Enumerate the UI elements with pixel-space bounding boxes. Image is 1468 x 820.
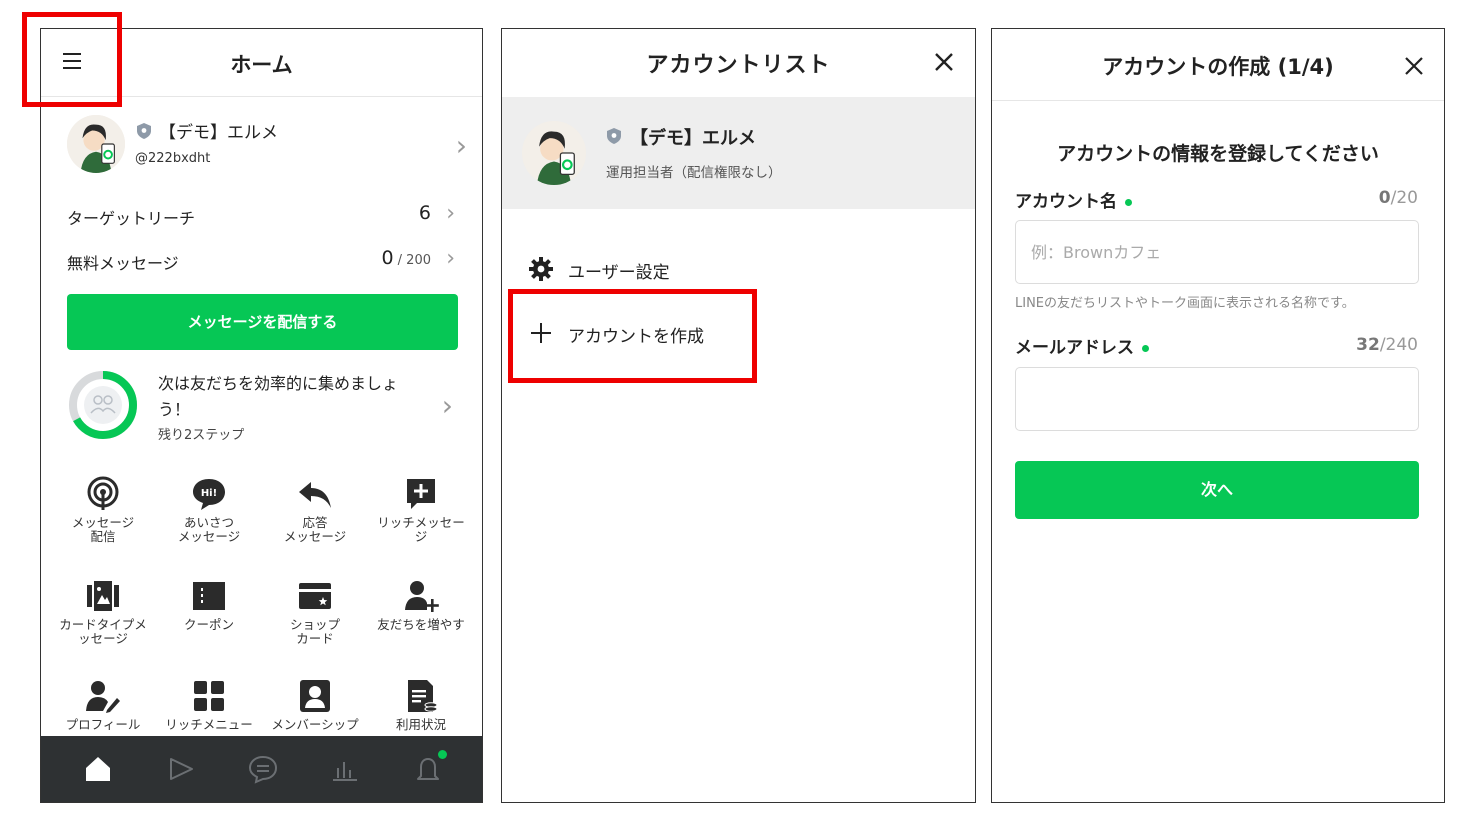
- add-friend-icon: [405, 581, 439, 612]
- shield-icon: [607, 128, 621, 144]
- email-counter: 32/240: [1356, 335, 1418, 355]
- grid-item-card-message[interactable]: カードタイプメ ッセージ: [51, 578, 155, 646]
- grid-item-usage[interactable]: 利用状況: [369, 678, 473, 732]
- account-name-label: アカウント名: [1015, 187, 1132, 212]
- chevron-right-icon: ›: [446, 246, 455, 271]
- home-screen: ホーム 【デモ】エルメ @222bxdht › ターゲットリーチ 6 › 無料メ…: [40, 28, 483, 803]
- close-icon[interactable]: [933, 51, 955, 73]
- menu-label: ユーザー設定: [568, 263, 670, 283]
- steps-remaining: 残り2ステップ: [158, 428, 245, 443]
- required-dot: [1125, 198, 1132, 206]
- progress-ring: [69, 371, 137, 439]
- page-title: アカウントの作成 (1/4): [1102, 55, 1334, 79]
- grid-item-profile[interactable]: プロフィール: [51, 678, 155, 732]
- next-button[interactable]: 次へ: [1015, 461, 1419, 519]
- create-account-header: アカウントの作成 (1/4): [992, 29, 1444, 101]
- account-name: 【デモ】エルメ: [630, 128, 756, 149]
- avatar: [522, 121, 586, 185]
- stat-value: 0 / 200: [381, 247, 431, 269]
- bell-icon[interactable]: [413, 754, 443, 784]
- current-account-card[interactable]: 【デモ】エルメ 運用担当者（配信権限なし）: [502, 97, 975, 209]
- grid-item-coupon[interactable]: クーポン: [157, 578, 261, 632]
- email-label: メールアドレス: [1015, 333, 1149, 358]
- bottom-tab-bar: [41, 736, 482, 802]
- analytics-icon[interactable]: [330, 754, 360, 784]
- close-icon[interactable]: [1403, 55, 1425, 77]
- profile-icon: [86, 681, 120, 713]
- avatar: [67, 115, 125, 173]
- account-list-header: アカウントリスト: [502, 29, 975, 97]
- grid-label: 利用状況: [395, 717, 446, 732]
- free-messages-row[interactable]: 無料メッセージ 0 / 200 ›: [67, 246, 459, 274]
- stat-value: 6: [418, 202, 431, 224]
- account-list-screen: アカウントリスト 【デモ】エルメ 運用担当者（配信権限なし） ユーザー設定 アカ…: [501, 28, 976, 803]
- grid-label: プロフィール: [65, 717, 141, 732]
- account-id: @222bxdht: [135, 151, 211, 166]
- rich-menu-icon: [194, 681, 224, 711]
- onboarding-steps-card[interactable]: 次は友だちを効率的に集めましょう！ 残り2ステップ ›: [67, 369, 459, 449]
- broadcast-icon: [87, 476, 119, 510]
- email-input[interactable]: [1015, 367, 1419, 431]
- grid-label: メッセージ 配信: [71, 515, 135, 544]
- grid-label: 応答 メッセージ: [283, 515, 347, 544]
- stat-label: 無料メッセージ: [67, 254, 179, 273]
- form-heading: アカウントの情報を登録してください: [1057, 143, 1379, 165]
- chevron-right-icon: ›: [446, 201, 455, 226]
- svg-text:Hi!: Hi!: [201, 488, 217, 499]
- create-account-screen: アカウントの作成 (1/4) アカウントの情報を登録してください アカウント名 …: [991, 28, 1445, 803]
- account-name-input[interactable]: [1015, 220, 1419, 284]
- grid-label: カードタイプメ ッセージ: [59, 617, 147, 646]
- page-title: アカウントリスト: [646, 53, 831, 78]
- gear-icon: [529, 257, 553, 281]
- highlight-create-account: [508, 289, 757, 383]
- card-message-icon: [87, 581, 119, 611]
- grid-item-rich-message[interactable]: リッチメッセー ジ: [369, 476, 473, 544]
- grid-item-greeting[interactable]: Hi! あいさつ メッセージ: [157, 476, 261, 544]
- play-icon[interactable]: [166, 754, 196, 784]
- shield-icon: [137, 123, 151, 139]
- grid-label: リッチメッセー ジ: [377, 515, 465, 544]
- greeting-icon: Hi!: [193, 479, 225, 510]
- stat-label: ターゲットリーチ: [67, 209, 196, 228]
- reply-icon: [299, 482, 331, 508]
- grid-item-add-friend[interactable]: 友だちを増やす: [369, 578, 473, 632]
- account-role: 運用担当者（配信権限なし）: [606, 165, 782, 181]
- broadcast-message-button[interactable]: メッセージを配信する: [67, 294, 458, 350]
- grid-item-membership[interactable]: メンバーシップ: [263, 678, 367, 732]
- account-name-counter: 0/20: [1378, 188, 1418, 208]
- notification-dot: [438, 750, 447, 759]
- membership-icon: [300, 680, 330, 712]
- highlight-menu-button: [22, 12, 122, 107]
- grid-label: クーポン: [183, 617, 234, 632]
- usage-icon: [408, 680, 438, 712]
- steps-text: 次は友だちを効率的に集めましょう！: [158, 374, 399, 419]
- grid-label: リッチメニュー: [165, 717, 253, 732]
- rich-message-icon: [407, 479, 435, 509]
- required-dot: [1142, 344, 1149, 352]
- account-card[interactable]: 【デモ】エルメ @222bxdht ›: [67, 115, 467, 177]
- chat-icon[interactable]: [248, 754, 278, 784]
- grid-label: メンバーシップ: [271, 717, 359, 732]
- target-reach-row[interactable]: ターゲットリーチ 6 ›: [67, 201, 459, 229]
- grid-label: ショップ カード: [289, 617, 340, 646]
- grid-item-reply[interactable]: 応答 メッセージ: [263, 476, 367, 544]
- chevron-right-icon: ›: [441, 389, 453, 422]
- account-name: 【デモ】エルメ: [159, 123, 278, 143]
- home-icon[interactable]: [83, 754, 113, 784]
- chevron-right-icon: ›: [455, 129, 467, 162]
- shop-card-icon: [299, 583, 331, 609]
- grid-label: あいさつ メッセージ: [177, 515, 241, 544]
- grid-label: 友だちを増やす: [377, 617, 465, 632]
- grid-item-shop-card[interactable]: ショップ カード: [263, 578, 367, 646]
- coupon-icon: [193, 582, 225, 610]
- account-name-hint: LINEの友だちリストやトーク画面に表示される名称です。: [1015, 296, 1355, 311]
- grid-item-rich-menu[interactable]: リッチメニュー: [157, 678, 261, 732]
- grid-item-broadcast[interactable]: メッセージ 配信: [51, 476, 155, 544]
